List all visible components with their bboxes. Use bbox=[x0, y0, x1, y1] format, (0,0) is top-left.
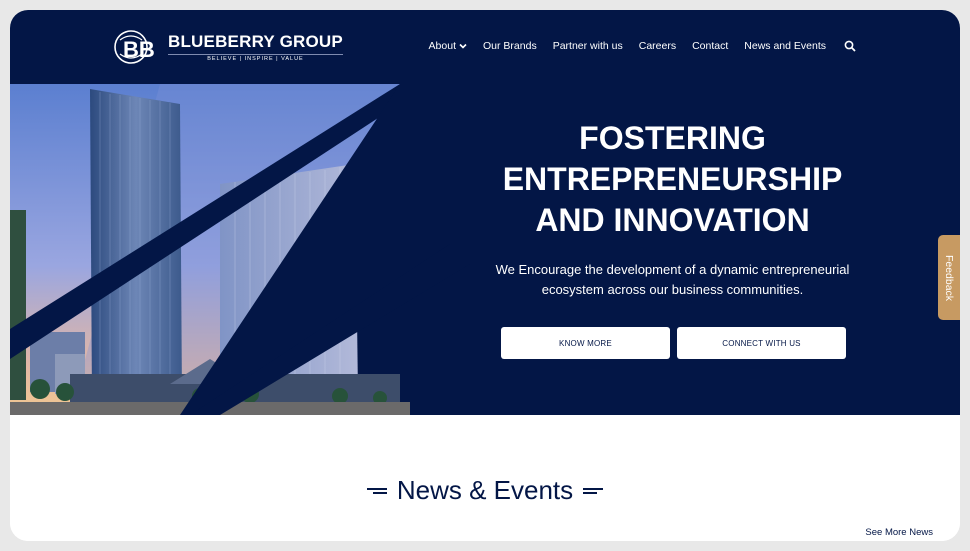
page-frame: BB BLUEBERRY GROUP BELIEVE | INSPIRE | V… bbox=[10, 10, 960, 541]
search-icon[interactable] bbox=[844, 40, 856, 52]
hero-buildings-image bbox=[10, 84, 470, 415]
heading-dash-right-icon bbox=[583, 487, 604, 495]
main-nav: About Our Brands Partner with us Careers… bbox=[413, 40, 856, 52]
hero-title-line: AND INNOVATION bbox=[535, 202, 810, 238]
see-more-news-link[interactable]: See More News bbox=[865, 527, 933, 538]
brand-name: BLUEBERRY GROUP bbox=[168, 32, 343, 51]
know-more-button[interactable]: KNOW MORE bbox=[501, 327, 670, 359]
connect-with-us-button[interactable]: CONNECT WITH US bbox=[677, 327, 846, 359]
hero-title-line: ENTREPRENEURSHIP bbox=[502, 161, 843, 197]
feedback-label: Feedback bbox=[943, 254, 955, 301]
chevron-down-icon bbox=[459, 43, 467, 49]
hero-subtitle: We Encourage the development of a dynami… bbox=[495, 262, 850, 297]
nav-item-partner[interactable]: Partner with us bbox=[553, 40, 623, 52]
news-heading-text: News & Events bbox=[396, 475, 574, 505]
hero-section: FOSTERING ENTREPRENEURSHIP AND INNOVATIO… bbox=[10, 84, 960, 415]
site-header: BB BLUEBERRY GROUP BELIEVE | INSPIRE | V… bbox=[10, 10, 960, 84]
nav-item-label: About bbox=[428, 40, 456, 52]
nav-item-our-brands[interactable]: Our Brands bbox=[483, 40, 537, 52]
feedback-tab[interactable]: Feedback bbox=[938, 235, 960, 320]
nav-item-about[interactable]: About bbox=[429, 40, 467, 52]
hero-title-line: FOSTERING bbox=[579, 120, 766, 156]
logo-mark-icon: BB bbox=[114, 30, 155, 64]
news-events-section: News & Events See More News bbox=[10, 415, 960, 541]
hero-title: FOSTERING ENTREPRENEURSHIP AND INNOVATIO… bbox=[500, 118, 845, 241]
logo-initials: BB bbox=[123, 37, 155, 62]
brand-tagline: BELIEVE | INSPIRE | VALUE bbox=[168, 54, 343, 62]
brand-logo[interactable]: BB BLUEBERRY GROUP BELIEVE | INSPIRE | V… bbox=[114, 28, 343, 66]
news-heading: News & Events bbox=[10, 475, 960, 506]
heading-dash-left-icon bbox=[366, 487, 387, 495]
nav-item-careers[interactable]: Careers bbox=[639, 40, 676, 52]
nav-item-news-events[interactable]: News and Events bbox=[744, 40, 826, 52]
nav-item-contact[interactable]: Contact bbox=[692, 40, 728, 52]
